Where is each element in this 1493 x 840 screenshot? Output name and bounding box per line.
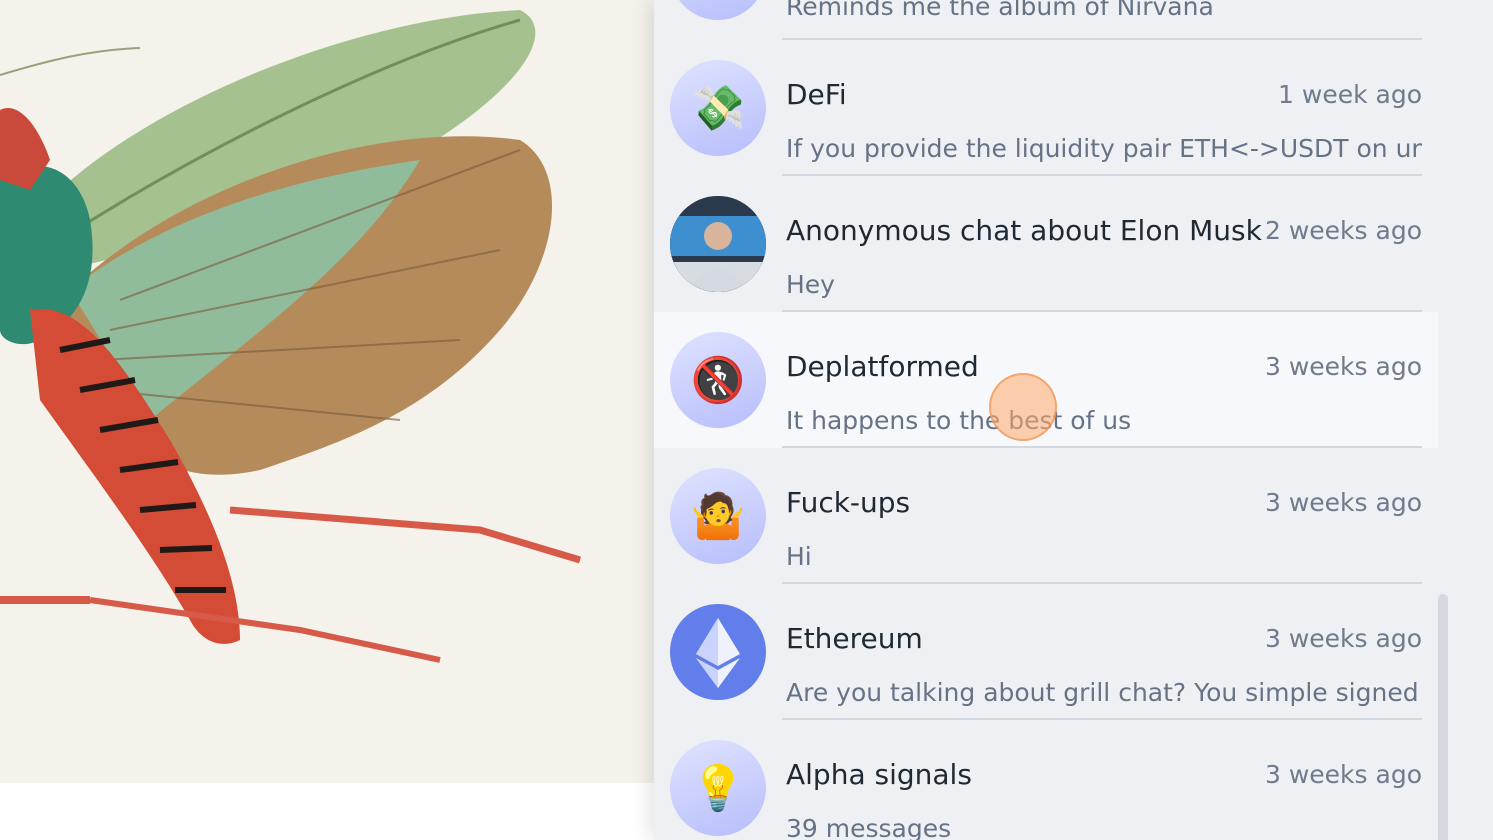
chat-list-item[interactable]: Anonymous chat about Elon Musk 2 weeks a… (654, 176, 1438, 312)
no-pedestrians-icon: 🚷 (670, 332, 766, 428)
cursor-highlight (989, 373, 1057, 441)
light-bulb-icon: 💡 (670, 740, 766, 836)
chat-preview: Are you talking about grill chat? You si… (786, 678, 1422, 707)
avatar-glyph: 💸 (690, 83, 746, 134)
chat-time: 3 weeks ago (1265, 760, 1422, 789)
chat-title: Ethereum (786, 622, 923, 655)
chat-preview: Hey (786, 270, 835, 299)
chat-list-item[interactable]: 🤷 Fuck-ups 3 weeks ago Hi (654, 448, 1438, 584)
chat-preview: It happens to the best of us (786, 406, 1132, 435)
chat-title: DeFi (786, 78, 847, 111)
ethereum-icon (670, 604, 766, 700)
chat-list-panel: Reminds me the album of Nirvana 💸 DeFi 1… (654, 0, 1493, 840)
avatar-glyph: 💡 (690, 763, 746, 814)
chat-time: 3 weeks ago (1265, 352, 1422, 381)
money-wings-icon: 💸 (670, 60, 766, 156)
grasshopper-illustration (0, 0, 654, 783)
person-photo-icon (670, 196, 766, 292)
scrollbar-thumb[interactable] (1438, 594, 1448, 840)
avatar-glyph: 🤷 (690, 491, 746, 542)
chat-list-item[interactable]: 💡 Alpha signals 3 weeks ago 39 messages (654, 720, 1438, 840)
chat-preview: If you provide the liquidity pair ETH<->… (786, 134, 1422, 163)
chat-list-item[interactable]: Reminds me the album of Nirvana (654, 0, 1438, 40)
chat-time: 3 weeks ago (1265, 488, 1422, 517)
person-shrugging-icon: 🤷 (670, 468, 766, 564)
chat-preview: 39 messages (786, 814, 952, 840)
chat-list-item[interactable]: 💸 DeFi 1 week ago If you provide the liq… (654, 40, 1438, 176)
chat-list-item[interactable]: Ethereum 3 weeks ago Are you talking abo… (654, 584, 1438, 720)
chat-title: Deplatformed (786, 350, 979, 383)
chat-time: 1 week ago (1278, 80, 1422, 109)
page-footer-area (0, 783, 654, 840)
chat-time: 3 weeks ago (1265, 624, 1422, 653)
chat-time: 2 weeks ago (1265, 216, 1422, 245)
chat-title: Anonymous chat about Elon Musk (786, 214, 1262, 247)
chat-title: Alpha signals (786, 758, 972, 791)
avatar-glyph: 🚷 (690, 355, 746, 406)
chat-preview: Reminds me the album of Nirvana (786, 0, 1214, 21)
chat-preview: Hi (786, 542, 812, 571)
chat-title: Fuck-ups (786, 486, 911, 519)
album-icon (670, 0, 766, 20)
